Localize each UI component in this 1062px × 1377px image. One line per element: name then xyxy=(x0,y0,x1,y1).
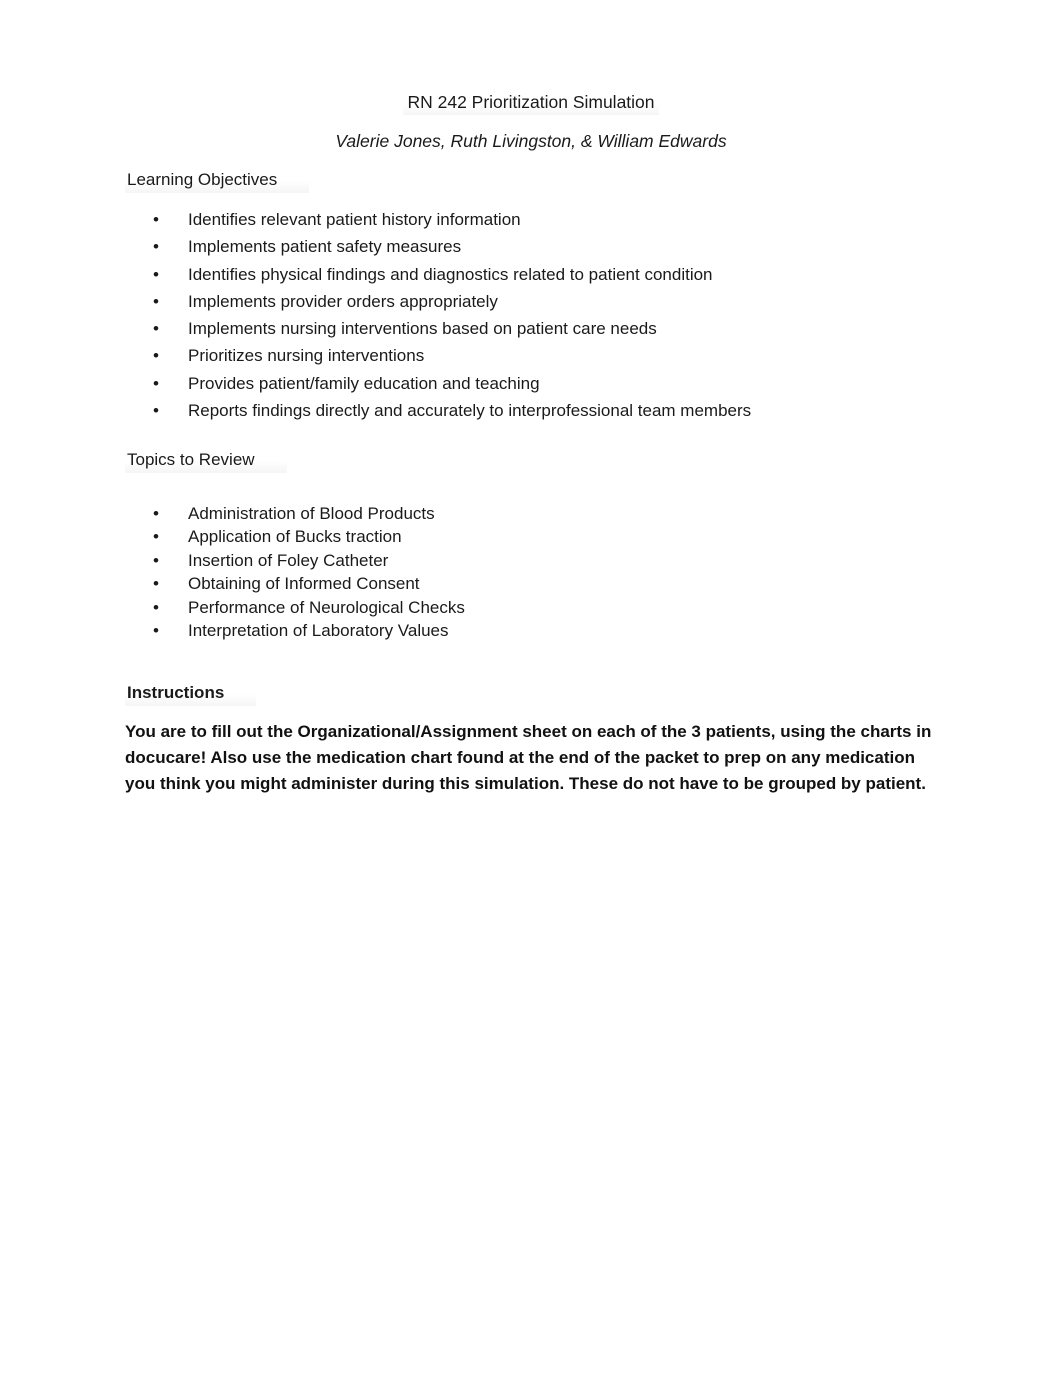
list-item-label: Interpretation of Laboratory Values xyxy=(188,621,449,641)
list-item: • Performance of Neurological Checks xyxy=(125,596,1005,619)
list-item: • Prioritizes nursing interventions xyxy=(125,342,1005,369)
list-item: • Implements patient safety measures xyxy=(125,233,1005,260)
list-item: • Administration of Blood Products xyxy=(125,502,1005,525)
list-item-label: Reports findings directly and accurately… xyxy=(188,401,752,421)
bullet-icon: • xyxy=(153,319,159,339)
list-item-label: Implements provider orders appropriately xyxy=(188,291,498,311)
document-title: RN 242 Prioritization Simulation xyxy=(0,89,1062,115)
list-item-label: Obtaining of Informed Consent xyxy=(188,574,420,594)
section-heading-instructions: Instructions xyxy=(125,681,257,706)
bullet-icon: • xyxy=(153,527,159,547)
section-heading-learning-objectives: Learning Objectives xyxy=(125,168,310,193)
list-item: • Insertion of Foley Catheter xyxy=(125,549,1005,572)
learning-objectives-list: • Identifies relevant patient history inf… xyxy=(125,206,1005,424)
bullet-icon: • xyxy=(153,346,159,366)
list-item-label: Insertion of Foley Catheter xyxy=(188,550,389,570)
section-heading-topics-to-review: Topics to Review xyxy=(125,448,287,473)
list-item-label: Prioritizes nursing interventions xyxy=(188,346,425,366)
list-item-label: Performance of Neurological Checks xyxy=(188,597,465,617)
list-item: • Identifies relevant patient history inf… xyxy=(125,206,1005,233)
bullet-icon: • xyxy=(153,373,159,393)
bullet-icon: • xyxy=(153,550,159,570)
list-item: • Provides patient/family education and t… xyxy=(125,370,1005,397)
list-item: • Obtaining of Informed Consent xyxy=(125,572,1005,595)
bullet-icon: • xyxy=(153,264,159,284)
list-item: • Reports findings directly and accuratel… xyxy=(125,397,1005,424)
bullet-icon: • xyxy=(153,210,159,229)
list-item-label: Provides patient/family education and te… xyxy=(188,373,540,393)
bullet-icon: • xyxy=(153,504,159,523)
bullet-icon: • xyxy=(153,291,159,311)
document-page: RN 242 Prioritization Simulation Valerie… xyxy=(0,0,1062,1377)
bullet-icon: • xyxy=(153,237,159,257)
section-heading-instructions-text: Instructions xyxy=(125,682,257,706)
document-title-text: RN 242 Prioritization Simulation xyxy=(403,91,659,115)
list-item-label: Implements nursing interventions based o… xyxy=(188,319,657,339)
list-item-label: Administration of Blood Products xyxy=(188,504,435,523)
list-item-label: Application of Bucks traction xyxy=(188,527,402,547)
document-authors: Valerie Jones, Ruth Livingston, & Willia… xyxy=(335,131,727,151)
bullet-icon: • xyxy=(153,621,159,641)
topics-to-review-list: • Administration of Blood Products • Appli… xyxy=(125,502,1005,642)
list-item: • Implements nursing interventions based … xyxy=(125,315,1005,342)
section-heading-learning-objectives-text: Learning Objectives xyxy=(125,169,310,193)
list-item: • Identifies physical findings and diagno… xyxy=(125,261,1005,288)
instructions-paragraph: You are to fill out the Organizational/A… xyxy=(125,722,932,793)
list-item: • Implements provider orders appropriatel… xyxy=(125,288,1005,315)
bullet-icon: • xyxy=(153,401,159,421)
list-item: • Interpretation of Laboratory Values xyxy=(125,619,1005,642)
list-item: • Application of Bucks traction xyxy=(125,525,1005,548)
bullet-icon: • xyxy=(153,574,159,594)
list-item-label: Identifies physical findings and diagnos… xyxy=(188,264,713,284)
bullet-icon: • xyxy=(153,597,159,617)
list-item-label: Implements patient safety measures xyxy=(188,237,462,257)
section-heading-topics-to-review-text: Topics to Review xyxy=(125,449,287,473)
list-item-label: Identifies relevant patient history info… xyxy=(188,210,521,229)
